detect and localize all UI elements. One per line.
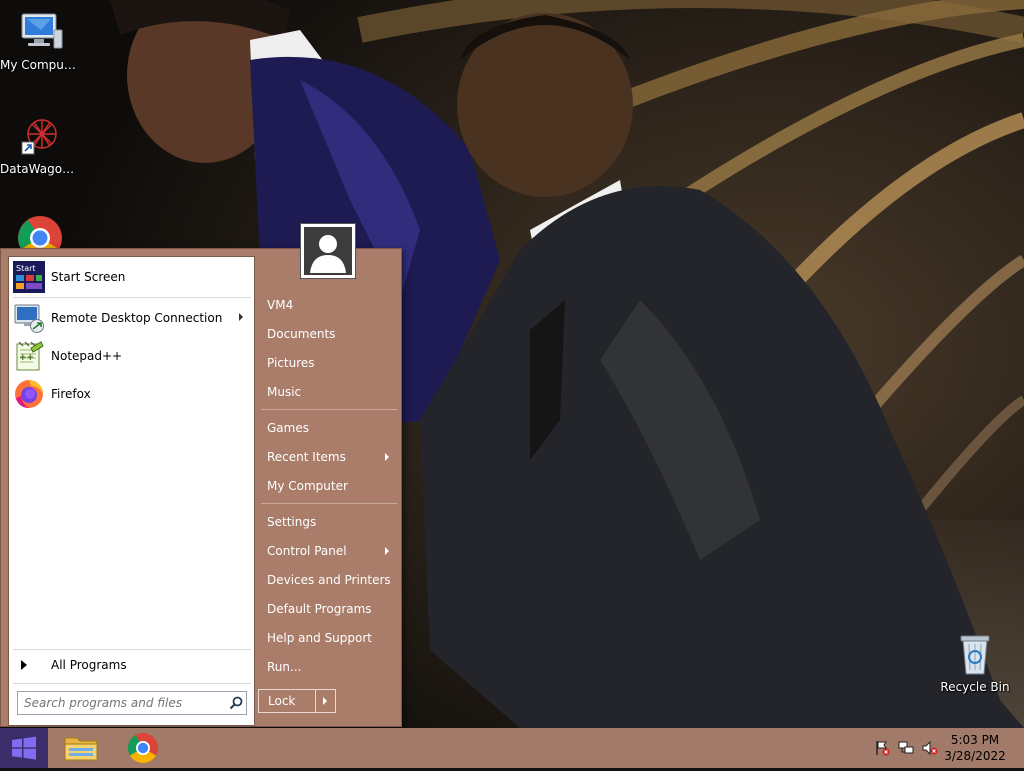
- places-item-run[interactable]: Run...: [259, 654, 399, 680]
- clock-time: 5:03 PM: [950, 733, 1000, 747]
- places-item-default-programs[interactable]: Default Programs: [259, 596, 399, 622]
- start-search-box[interactable]: [17, 691, 247, 715]
- taskbar: 5:03 PM 3/28/2022: [0, 728, 1024, 768]
- separator: [13, 649, 251, 650]
- places-item-games[interactable]: Games: [259, 415, 399, 441]
- all-programs-label: All Programs: [51, 658, 127, 672]
- desktop-icon-datawagon[interactable]: DataWagon...: [0, 112, 80, 177]
- start-menu: Start Start Screen Remote Desktop Connec…: [0, 248, 402, 727]
- user-avatar-icon: [304, 227, 352, 275]
- computer-icon: [16, 8, 64, 56]
- start-menu-item-label: Notepad++: [51, 349, 123, 363]
- places-item-vm4[interactable]: VM4: [259, 292, 399, 318]
- recycle-bin-icon: [951, 630, 999, 678]
- firefox-icon: [13, 378, 45, 410]
- datawagon-shortcut-icon: [16, 112, 64, 160]
- start-menu-item-label: Remote Desktop Connection: [51, 311, 223, 325]
- places-item-label: Default Programs: [267, 602, 372, 616]
- places-item-label: Control Panel: [267, 544, 347, 558]
- places-item-music[interactable]: Music: [259, 379, 399, 405]
- desktop-icon-label: DataWagon...: [0, 162, 80, 176]
- start-screen-icon: Start: [13, 261, 45, 293]
- places-item-help-support[interactable]: Help and Support: [259, 625, 399, 651]
- start-button[interactable]: [0, 728, 48, 768]
- places-item-pictures[interactable]: Pictures: [259, 350, 399, 376]
- desktop-icon-label: Recycle Bin: [940, 680, 1010, 694]
- places-item-label: Recent Items: [267, 450, 346, 464]
- separator: [13, 297, 251, 298]
- file-explorer-icon: [64, 737, 98, 761]
- places-item-label: Pictures: [267, 356, 315, 370]
- network-icon[interactable]: [898, 740, 914, 756]
- all-programs-button[interactable]: All Programs: [13, 653, 251, 677]
- separator: [261, 503, 397, 504]
- svg-text:++: ++: [19, 353, 34, 363]
- lock-button-label: Lock: [268, 694, 296, 708]
- system-clock[interactable]: 5:03 PM 3/28/2022: [940, 732, 1010, 764]
- separator: [13, 683, 251, 684]
- places-item-documents[interactable]: Documents: [259, 321, 399, 347]
- separator: [261, 409, 397, 410]
- submenu-arrow-icon: [239, 313, 243, 321]
- search-icon[interactable]: [226, 693, 246, 713]
- power-options-arrow-button[interactable]: [315, 689, 336, 713]
- places-item-devices-printers[interactable]: Devices and Printers: [259, 567, 399, 593]
- taskbar-file-explorer[interactable]: [59, 730, 103, 766]
- search-input[interactable]: [18, 693, 226, 713]
- start-menu-item-label: Start Screen: [51, 270, 126, 284]
- chevron-right-icon: [21, 660, 27, 670]
- start-menu-item-firefox[interactable]: Firefox: [13, 376, 249, 412]
- start-menu-programs-pane: Start Start Screen Remote Desktop Connec…: [8, 256, 255, 726]
- places-item-label: Games: [267, 421, 309, 435]
- desktop-icon-my-computer[interactable]: My Computer: [0, 8, 80, 73]
- places-item-recent-items[interactable]: Recent Items: [259, 444, 399, 470]
- places-item-settings[interactable]: Settings: [259, 509, 399, 535]
- submenu-arrow-icon: [385, 453, 389, 461]
- places-item-label: VM4: [267, 298, 294, 312]
- action-center-flag-icon[interactable]: [874, 740, 890, 756]
- start-menu-item-label: Firefox: [51, 387, 91, 401]
- places-item-label: Run...: [267, 660, 302, 674]
- volume-muted-icon[interactable]: [922, 740, 938, 756]
- chrome-icon: [127, 733, 158, 764]
- taskbar-chrome[interactable]: [121, 730, 165, 766]
- start-menu-places-pane: VM4 Documents Pictures Music Games Recen…: [259, 249, 401, 726]
- desktop-icon-recycle-bin[interactable]: Recycle Bin: [935, 630, 1015, 695]
- desktop-icon-label: My Computer: [0, 58, 80, 72]
- places-item-label: Help and Support: [267, 631, 372, 645]
- places-item-label: My Computer: [267, 479, 348, 493]
- places-item-label: Settings: [267, 515, 317, 529]
- places-item-label: Devices and Printers: [267, 573, 391, 587]
- places-item-control-panel[interactable]: Control Panel: [259, 538, 399, 564]
- windows-logo-icon: [12, 736, 36, 760]
- start-menu-item-start-screen[interactable]: Start Start Screen: [13, 259, 249, 295]
- places-item-label: Music: [267, 385, 302, 399]
- start-screen-badge-text: Start: [16, 264, 36, 273]
- places-item-label: Documents: [267, 327, 336, 341]
- remote-desktop-icon: [13, 302, 45, 334]
- notepadpp-icon: ++: [13, 340, 45, 372]
- lock-button[interactable]: Lock: [258, 689, 316, 713]
- submenu-arrow-icon: [385, 547, 389, 555]
- start-menu-item-remote-desktop[interactable]: Remote Desktop Connection: [13, 300, 249, 336]
- clock-date: 3/28/2022: [944, 749, 1006, 763]
- user-account-picture[interactable]: [300, 223, 356, 279]
- start-menu-item-notepadpp[interactable]: ++ Notepad++: [13, 338, 249, 374]
- places-item-my-computer[interactable]: My Computer: [259, 473, 399, 499]
